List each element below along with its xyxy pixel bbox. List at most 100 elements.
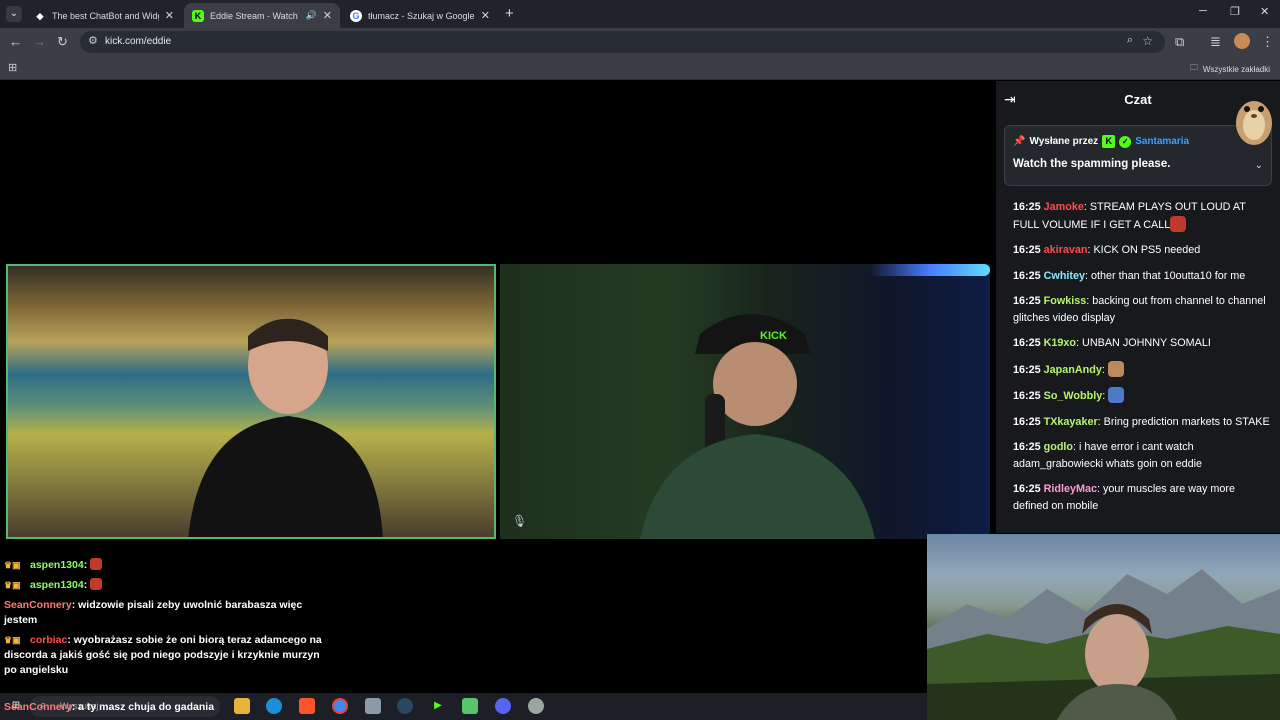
- chat-message: 16:25 RidleyMac: your muscles are way mor…: [1013, 481, 1271, 514]
- crown-badge-icon: ♛▣: [4, 635, 21, 645]
- camera-feed-right: KICK: [500, 264, 990, 539]
- overlay-chat-line: ♛▣ aspen1304:: [4, 578, 324, 593]
- all-bookmarks[interactable]: 🗀 Wszystkie zakładki: [1190, 62, 1270, 76]
- pinned-prefix: Wysłane przez: [1029, 136, 1099, 147]
- google-icon: G: [350, 9, 362, 22]
- all-bookmarks-label: Wszystkie zakładki: [1202, 64, 1270, 74]
- brave-icon[interactable]: [299, 698, 315, 714]
- forward-icon[interactable]: →: [33, 34, 46, 50]
- close-icon[interactable]: ✕: [165, 9, 174, 22]
- reload-icon[interactable]: ↻: [57, 34, 68, 50]
- streamer-figure-left: [188, 318, 383, 537]
- overlay-user: aspen1304: [30, 579, 84, 591]
- message-text: UNBAN JOHNNY SOMALI: [1082, 337, 1211, 349]
- message-username[interactable]: Jamoke: [1044, 201, 1084, 213]
- back-icon[interactable]: ←: [9, 34, 22, 50]
- media-controls-icon[interactable]: ≣: [1210, 34, 1221, 50]
- pinned-author[interactable]: Santamaria: [1135, 136, 1189, 147]
- speaker-icon[interactable]: 🔊: [306, 10, 317, 21]
- green-arrow-icon[interactable]: ▶: [430, 698, 446, 714]
- emote-icon: [90, 558, 103, 570]
- message-time: 16:25: [1013, 269, 1041, 282]
- message-username[interactable]: JapanAndy: [1044, 364, 1102, 376]
- camera-feed-left: [6, 264, 496, 539]
- minimize-icon[interactable]: ─: [1199, 5, 1207, 17]
- chevron-down-icon[interactable]: ⌄: [1255, 160, 1263, 171]
- edge-icon[interactable]: [266, 698, 282, 714]
- message-username[interactable]: K19xo: [1044, 337, 1076, 349]
- tab-title: Eddie Stream - Watch Live: [210, 10, 300, 21]
- emote-icon: [1108, 387, 1125, 403]
- message-time: 16:25: [1013, 295, 1041, 307]
- bot-icon[interactable]: [528, 698, 544, 714]
- message-username[interactable]: Cwhitey: [1044, 270, 1085, 282]
- diamond-icon: ◆: [36, 10, 44, 21]
- message-username[interactable]: TXkayaker: [1044, 416, 1098, 428]
- overlay-chat-bottom-line: SeanConnery: a ty masz chuja do gadania: [4, 701, 215, 713]
- pinned-by: 📌 Wysłane przez K ✓ Santamaria: [1013, 135, 1189, 148]
- chat-panel: ⇥ Czat 📌 Wysłane przez K ✓ Santamaria Wa…: [996, 81, 1280, 533]
- kick-icon: K: [192, 9, 204, 22]
- close-window-icon[interactable]: ✕: [1260, 5, 1269, 18]
- close-icon[interactable]: ✕: [323, 9, 332, 22]
- chat-message: 16:25 JapanAndy:: [1013, 360, 1271, 379]
- tab-google-search[interactable]: G tłumacz - Szukaj w Google ✕: [342, 3, 498, 28]
- restore-icon[interactable]: ❐: [1230, 5, 1240, 18]
- overlay-user: corbiac: [30, 634, 68, 646]
- tab-title: tłumacz - Szukaj w Google: [368, 10, 475, 21]
- menu-kebab-icon[interactable]: ⋮: [1261, 34, 1274, 50]
- overlay-user: aspen1304: [30, 559, 84, 571]
- message-time: 16:25: [1013, 390, 1041, 402]
- file-explorer-icon[interactable]: [234, 698, 250, 714]
- overlay-text: a ty masz chuja do gadania: [78, 701, 215, 713]
- message-colon: :: [1101, 363, 1108, 376]
- chat-message: 16:25 K19xo: UNBAN JOHNNY SOMALI: [1013, 335, 1271, 352]
- webcam-overlay: [927, 534, 1280, 720]
- steam-icon[interactable]: [397, 698, 413, 714]
- close-icon[interactable]: ✕: [481, 9, 490, 22]
- message-time: 16:25: [1013, 415, 1041, 428]
- message-username[interactable]: So_Wobbly: [1044, 390, 1103, 402]
- message-time: 16:25: [1013, 201, 1041, 213]
- message-username[interactable]: godlo: [1044, 441, 1073, 453]
- bookmark-star-icon[interactable]: ☆: [1142, 34, 1153, 48]
- crown-badge-icon: ♛▣: [4, 560, 21, 570]
- chrome-icon[interactable]: [332, 698, 348, 714]
- apps-grid-icon[interactable]: ⊞: [8, 61, 17, 74]
- tab-chatbot[interactable]: ◆ The best ChatBot and Widgets ✕: [26, 3, 182, 28]
- message-username[interactable]: RidleyMac: [1044, 483, 1097, 495]
- video-player[interactable]: KICK 🎙: [0, 81, 996, 539]
- message-text: Bring prediction markets to STAKE: [1103, 415, 1270, 428]
- chat-message: 16:25 TXkayaker: Bring prediction markets…: [1013, 414, 1271, 431]
- chat-message: 16:25 godlo: i have error i cant watch ad…: [1013, 439, 1271, 472]
- message-username[interactable]: akiravan: [1044, 244, 1088, 256]
- discord-icon[interactable]: [495, 698, 511, 714]
- kick-badge-icon: K: [1102, 135, 1116, 148]
- chat-message: 16:25 So_Wobbly:: [1013, 387, 1271, 405]
- pinned-text: Watch the spamming please.: [1013, 158, 1171, 170]
- overlay-chat-line: SeanConnery: widzowie pisali zeby uwolni…: [4, 599, 303, 626]
- site-info-icon[interactable]: ⚙: [88, 34, 98, 47]
- address-bar[interactable]: ⚙ kick.com/eddie ⌕ ☆: [80, 31, 1165, 53]
- mountain-landscape: [927, 569, 1280, 720]
- svg-text:KICK: KICK: [760, 330, 787, 342]
- browser-titlebar: ⌄ ◆ The best ChatBot and Widgets ✕ K Edd…: [0, 0, 1280, 28]
- app-icon[interactable]: [462, 698, 478, 714]
- navigation-bar: ← → ↻ ⚙ kick.com/eddie ⌕ ☆ ⧉ ≣ ⋮: [0, 28, 1280, 56]
- new-tab-button[interactable]: +: [505, 5, 514, 22]
- chat-message: 16:25 akiravan: KICK ON PS5 needed: [1013, 242, 1271, 259]
- chat-message-list: 16:25 Jamoke: STREAM PLAYS OUT LOUD AT FU…: [1013, 199, 1271, 523]
- zoom-icon[interactable]: ⌕: [1127, 34, 1133, 47]
- extensions-icon[interactable]: ⧉: [1175, 34, 1184, 50]
- stream-overlay-chat: ♛▣ aspen1304: ♛▣ aspen1304: SeanConnery: w…: [4, 558, 324, 683]
- message-text: i have error i cant watch adam_grabowiec…: [1013, 441, 1203, 470]
- app-icon[interactable]: [365, 698, 381, 714]
- overlay-chat-line: ♛▣ corbiac: wyobrażasz sobie że oni biorą…: [4, 634, 322, 676]
- streamer-figure-right: KICK: [640, 314, 875, 539]
- tab-search-icon[interactable]: ⌄: [6, 6, 22, 22]
- tab-eddie-stream[interactable]: K Eddie Stream - Watch Live 🔊 ✕: [184, 3, 340, 28]
- overlay-chat-line: ♛▣ aspen1304:: [4, 558, 324, 573]
- folder-icon: 🗀: [1189, 63, 1198, 72]
- message-username[interactable]: Fowkiss: [1044, 295, 1087, 307]
- profile-avatar[interactable]: [1234, 33, 1250, 49]
